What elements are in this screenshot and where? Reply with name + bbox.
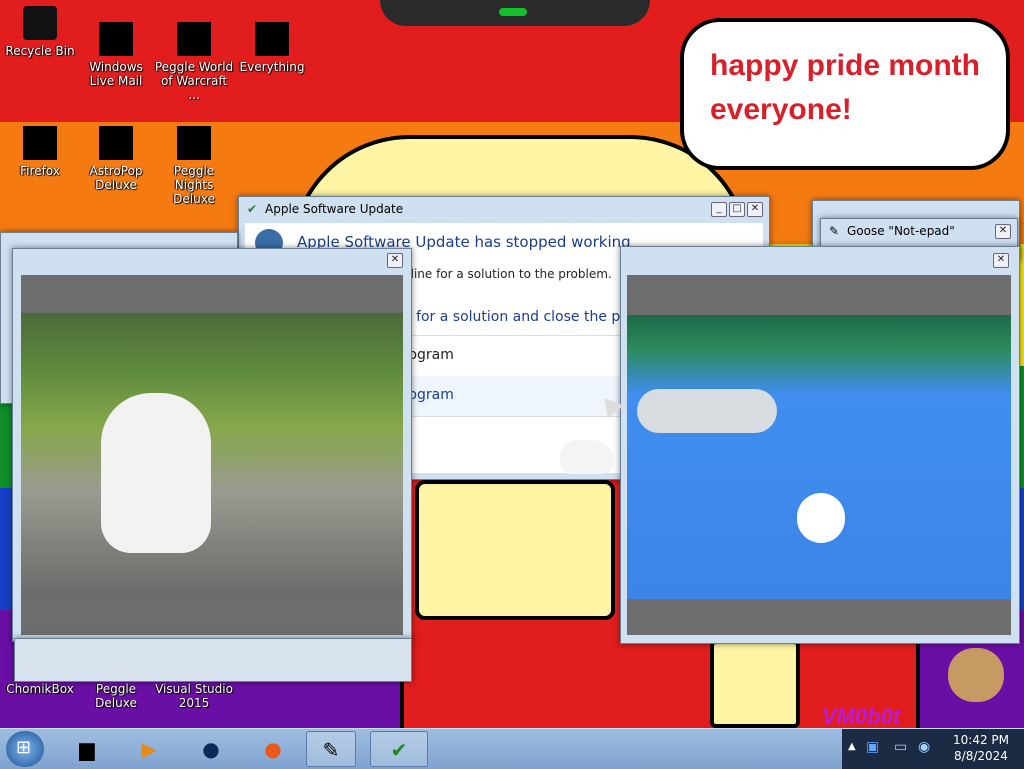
hamster-icon <box>948 648 1004 702</box>
window-title: Goose "Not-epad" <box>847 224 955 238</box>
green-led <box>499 8 527 16</box>
notepad-icon: ✎ <box>322 738 340 762</box>
close-button[interactable]: ✕ <box>747 202 763 217</box>
close-button[interactable]: ✕ <box>995 224 1011 239</box>
desktop-icon-label: Peggle Deluxe <box>95 682 137 710</box>
taskbar-app-notepad[interactable]: ✎ <box>306 731 356 767</box>
start-button[interactable]: ⊞ <box>6 731 44 767</box>
desktop-icon-label: Peggle World of Warcraft ... <box>154 60 234 102</box>
firefox-icon: ● <box>264 737 282 761</box>
taskbar-app-browser[interactable]: ● <box>186 731 236 767</box>
watermark-text: VM0b0t <box>822 704 901 728</box>
goose-king-shape <box>797 493 845 543</box>
option-check-online[interactable]: e for a solution and close the p <box>403 309 620 325</box>
dialog-message: nline for a solution to the problem. <box>403 267 612 281</box>
taskbar-app-firefox[interactable]: ● <box>248 731 298 767</box>
video-frame <box>627 275 1011 635</box>
clock-date[interactable]: 8/8/2024 <box>946 749 1016 763</box>
window-behind-left-bottom[interactable] <box>14 638 412 682</box>
desktop-icon-windows-live-mail[interactable]: Windows Live Mail <box>76 22 156 88</box>
recycle-bin-icon <box>23 6 57 40</box>
desktop-icon-firefox[interactable]: Firefox <box>0 126 80 178</box>
close-button[interactable]: ✕ <box>387 253 403 268</box>
desktop-icon-label: ChomikBox <box>6 682 74 696</box>
taskbar: ⊞ ▆ ▶ ● ● ✎ ✔ ▲ ▣ ▭ ◉ 10:42 PM 8/8/2024 <box>0 728 1024 769</box>
volume-icon[interactable]: ◉ <box>918 739 930 755</box>
notepad-icon: ✎ <box>828 224 840 238</box>
goose-video-window-left[interactable]: ✕ <box>12 248 412 642</box>
goose-notepad-titlebar[interactable]: ✎ Goose "Not-epad" ✕ <box>821 219 1017 243</box>
desktop-icon-label: Windows Live Mail <box>89 60 143 88</box>
speech-bubble-text: happy pride month everyone! <box>710 49 980 126</box>
window-title: Apple Software Update <box>265 202 404 216</box>
desktop-icon-label: Recycle Bin <box>5 44 75 58</box>
video-frame <box>21 275 403 635</box>
checkmark-icon: ✔ <box>390 738 408 762</box>
desktop-icon-label: Everything <box>239 60 305 74</box>
face-bottom <box>415 480 615 620</box>
taskbar-app-software-update[interactable]: ✔ <box>370 731 428 767</box>
desktop-icon-everything[interactable]: Everything <box>232 22 312 74</box>
goose-pigeons-photo <box>21 313 403 599</box>
astropop-icon <box>99 126 133 160</box>
peggle-icon <box>177 22 211 56</box>
arm-shape <box>710 640 800 728</box>
desktop-icon-astropop[interactable]: AstroPop Deluxe <box>76 126 156 192</box>
checkmark-icon: ✔ <box>246 202 258 216</box>
peggle-nights-icon <box>177 126 211 160</box>
display-icon[interactable]: ▭ <box>894 739 907 755</box>
desktop-icon-recycle-bin[interactable]: Recycle Bin <box>0 6 80 58</box>
clock-time[interactable]: 10:42 PM <box>946 733 1016 747</box>
system-tray: ▲ ▣ ▭ ◉ 10:42 PM 8/8/2024 <box>842 729 1024 769</box>
apple-update-titlebar[interactable]: ✔ Apple Software Update _ □ ✕ <box>239 197 769 221</box>
maximize-button[interactable]: □ <box>729 202 745 217</box>
search-icon <box>255 22 289 56</box>
taskbar-app-console[interactable]: ▆ <box>62 731 112 767</box>
globe-icon: ● <box>202 737 220 761</box>
taskbar-app-media-player[interactable]: ▶ <box>124 731 174 767</box>
desktop-icon-peggle-wow[interactable]: Peggle World of Warcraft ... <box>154 22 234 102</box>
desktop-icon-label: Visual Studio 2015 <box>155 682 233 710</box>
desktop-icon-label: Peggle Nights Deluxe <box>173 164 215 206</box>
desktop-icon-peggle-deluxe[interactable]: Peggle Deluxe <box>76 682 156 710</box>
desktop-goose-icon[interactable] <box>560 440 614 474</box>
windows-logo-icon: ⊞ <box>16 737 32 758</box>
rock-shape <box>637 389 777 433</box>
video-titlebar[interactable]: ✕ <box>621 247 1019 269</box>
network-icon[interactable]: ▣ <box>866 739 879 755</box>
desktop-icon-chomikbox[interactable]: ChomikBox <box>0 682 80 696</box>
desktop-icon-label: Firefox <box>20 164 60 178</box>
goose-video-window-right[interactable]: ✕ <box>620 246 1020 644</box>
close-button[interactable]: ✕ <box>993 253 1009 268</box>
minimize-button[interactable]: _ <box>711 202 727 217</box>
goose-shape <box>101 393 211 553</box>
desktop-icon-peggle-nights[interactable]: Peggle Nights Deluxe <box>154 126 234 206</box>
firefox-icon <box>23 126 57 160</box>
tray-arrow-icon[interactable]: ▲ <box>848 741 856 752</box>
media-player-icon: ▶ <box>141 737 157 761</box>
desktop-icon-visual-studio[interactable]: Visual Studio 2015 <box>154 682 234 710</box>
terminal-icon: ▆ <box>79 737 95 761</box>
untitled-goose-game-scene <box>627 315 1011 599</box>
video-titlebar[interactable]: ✕ <box>13 249 411 271</box>
speech-bubble: happy pride month everyone! <box>680 18 1010 170</box>
desktop-icon-label: AstroPop Deluxe <box>89 164 143 192</box>
mail-icon <box>99 22 133 56</box>
